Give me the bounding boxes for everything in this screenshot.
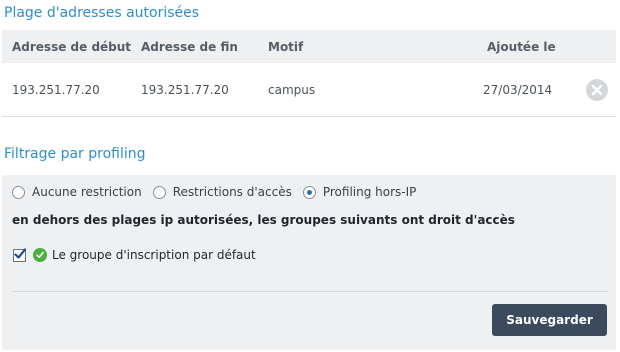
save-button[interactable]: Sauvegarder	[492, 304, 607, 336]
profiling-section-title: Filtrage par profiling	[4, 146, 146, 162]
radio-profiling-hors-ip[interactable]: Profiling hors-IP	[302, 185, 417, 199]
radio-access-restrictions[interactable]: Restrictions d'accès	[152, 185, 292, 199]
check-circle-icon	[33, 248, 47, 262]
page: Plage d'adresses autorisées Adresse de d…	[0, 0, 620, 352]
column-header-reason: Motif	[268, 39, 304, 54]
cell-end-address: 193.251.77.20	[141, 82, 229, 97]
group-checkbox[interactable]	[13, 247, 27, 262]
table-header: Adresse de début Adresse de fin Motif Aj…	[2, 30, 616, 63]
ip-range-table: Adresse de début Adresse de fin Motif Aj…	[2, 30, 616, 117]
column-header-end: Adresse de fin	[141, 39, 238, 54]
cell-added-date: 27/03/2014	[483, 82, 553, 97]
radio-label: Aucune restriction	[32, 185, 142, 199]
cell-reason: campus	[268, 82, 316, 97]
radio-button[interactable]	[152, 185, 166, 199]
cell-start-address: 193.251.77.20	[12, 82, 100, 97]
column-header-start: Adresse de début	[12, 39, 132, 54]
remove-circle-icon[interactable]	[586, 78, 608, 101]
radio-button[interactable]	[12, 185, 25, 199]
radio-no-restriction[interactable]: Aucune restriction	[12, 185, 142, 199]
column-header-added: Ajoutée le	[487, 39, 556, 54]
ip-range-section-title: Plage d'adresses autorisées	[4, 5, 200, 21]
table-row: 193.251.77.20 193.251.77.20 campus 27/03…	[2, 63, 616, 117]
profiling-panel: Aucune restriction Restrictions d'accès …	[2, 175, 616, 350]
radio-label: Profiling hors-IP	[322, 185, 417, 199]
group-item: Le groupe d'inscription par défaut	[13, 247, 256, 262]
restriction-radio-group: Aucune restriction Restrictions d'accès …	[12, 185, 427, 199]
radio-button[interactable]	[302, 185, 316, 199]
radio-label: Restrictions d'accès	[172, 185, 292, 199]
access-note: en dehors des plages ip autorisées, les …	[12, 213, 515, 227]
divider	[12, 291, 608, 292]
group-label: Le groupe d'inscription par défaut	[52, 248, 256, 262]
